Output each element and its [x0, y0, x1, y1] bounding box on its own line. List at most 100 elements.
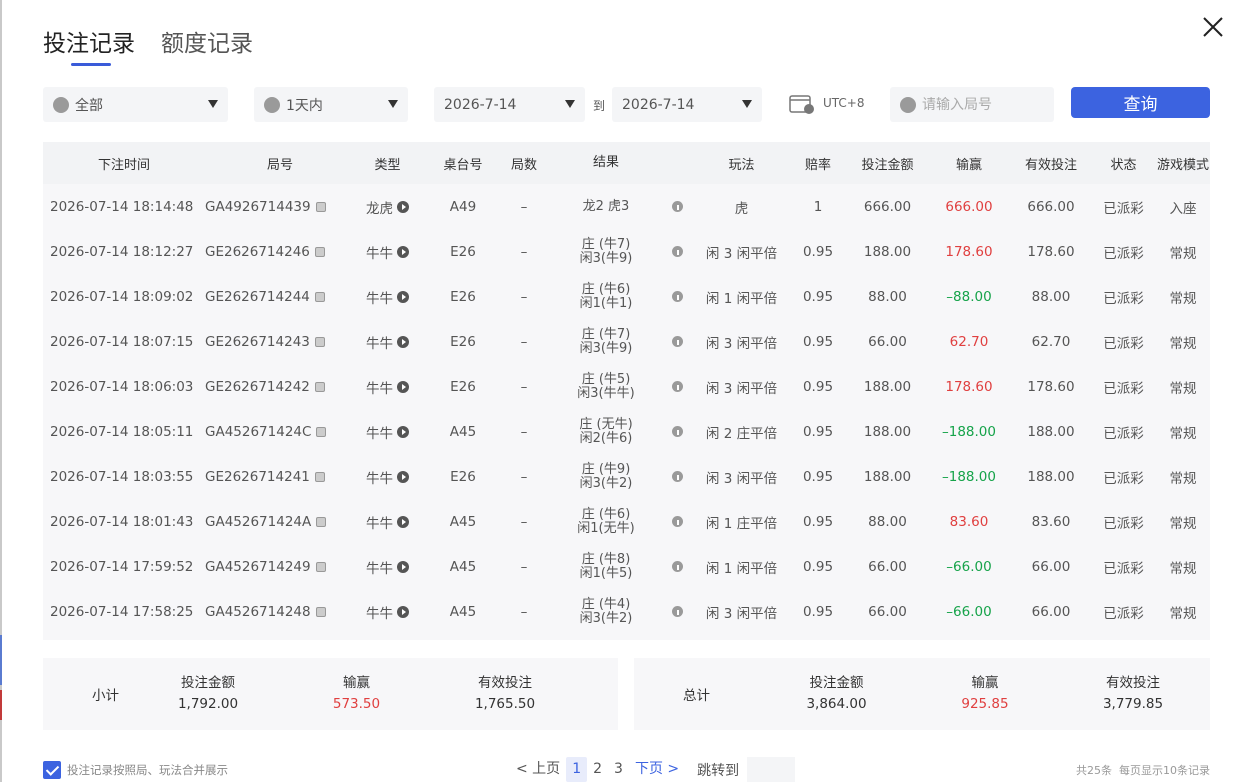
cell-bet-amount: 66.00 — [868, 558, 907, 575]
copy-icon[interactable] — [314, 336, 325, 347]
copy-icon[interactable] — [315, 561, 326, 572]
play-replay-icon[interactable] — [397, 560, 409, 573]
play-replay-icon[interactable] — [397, 425, 409, 438]
merge-display-checkbox[interactable] — [43, 761, 61, 779]
cell-bet-amount: 188.00 — [863, 378, 912, 395]
round-number-input[interactable] — [922, 96, 1042, 113]
cell-hand-count: – — [520, 198, 528, 215]
time-range-select[interactable]: 1天内 — [254, 87, 408, 122]
clock-icon — [264, 96, 280, 113]
cell-bet-time: 2026-07-14 18:03:55 — [50, 468, 194, 485]
header-win-loss: 输赢 — [955, 157, 982, 173]
tab-bet-records[interactable]: 投注记录 — [43, 24, 135, 66]
play-replay-icon[interactable] — [397, 380, 409, 393]
cell-table-no: E26 — [450, 378, 476, 395]
copy-icon[interactable] — [314, 246, 325, 257]
date-to-select[interactable]: 2026-7-14 — [612, 87, 762, 122]
result-line-2: 闲1(无牛) — [577, 520, 635, 536]
date-from-select[interactable]: 2026-7-14 — [434, 87, 585, 122]
cell-round-no: GE2626714243 — [205, 334, 355, 350]
result-line-2: 闲3(牛牛) — [577, 385, 635, 401]
total-winloss-value: 925.85 — [961, 696, 1009, 712]
cell-round-no: GE2626714242 — [205, 379, 355, 395]
tab-quota-records[interactable]: 额度记录 — [161, 24, 253, 66]
copy-icon[interactable] — [315, 606, 326, 617]
copy-icon[interactable] — [314, 471, 325, 482]
total-count: 共25条 — [1076, 764, 1112, 777]
cell-play: 虎 — [734, 200, 749, 217]
info-icon[interactable] — [672, 291, 683, 302]
jump-page-input[interactable] — [747, 757, 796, 782]
round-no-text: GA4926714439 — [205, 198, 311, 215]
cell-round-no: GE2626714244 — [205, 289, 355, 305]
timezone-selector[interactable]: UTC+8 — [789, 91, 864, 115]
info-icon[interactable] — [672, 381, 683, 392]
cell-bet-time: 2026-07-14 18:14:48 — [50, 198, 194, 215]
header-hand-count: 局数 — [510, 157, 537, 173]
cell-game-mode: 常规 — [1169, 515, 1197, 532]
cell-bet-time: 2026-07-14 18:07:15 — [50, 333, 194, 350]
cell-valid-bet: 66.00 — [1031, 558, 1071, 575]
cell-type: 牛牛 — [355, 557, 420, 577]
page-1[interactable]: 1 — [566, 757, 588, 782]
subtotal-panel: 小计 投注金额 1,792.00 输赢 573.50 有效投注 1,765.50 — [43, 658, 618, 730]
total-bet-value: 3,864.00 — [806, 696, 867, 712]
prev-page-link[interactable]: < 上页 — [510, 757, 566, 782]
copy-icon[interactable] — [314, 291, 325, 302]
play-replay-icon[interactable] — [397, 470, 409, 483]
info-icon[interactable] — [672, 516, 683, 527]
play-replay-icon[interactable] — [397, 605, 409, 618]
cell-win-loss: –88.00 — [946, 288, 992, 305]
play-replay-icon[interactable] — [397, 200, 409, 213]
cell-odds: 0.95 — [802, 468, 834, 485]
copy-icon[interactable] — [316, 426, 327, 437]
cell-game-mode: 常规 — [1169, 425, 1197, 442]
type-text: 牛牛 — [366, 425, 393, 442]
date-to-value: 2026-7-14 — [622, 96, 695, 113]
cell-bet-time: 2026-07-14 18:05:11 — [50, 423, 194, 440]
result-line-2: 闲1(牛1) — [579, 295, 633, 311]
next-page-link[interactable]: 下页 > — [629, 757, 685, 782]
play-replay-icon[interactable] — [397, 245, 409, 258]
result-line-2: 闲1(牛5) — [579, 565, 633, 581]
time-range-value: 1天内 — [286, 97, 323, 114]
cell-bet-time: 2026-07-14 18:09:02 — [50, 288, 194, 305]
query-button[interactable]: 查询 — [1071, 87, 1210, 118]
info-icon[interactable] — [672, 426, 683, 437]
info-icon[interactable] — [672, 561, 683, 572]
info-icon[interactable] — [672, 606, 683, 617]
cell-result: 庄 (牛9) 闲3(牛2) — [542, 462, 670, 491]
header-table-no: 桌台号 — [443, 157, 483, 173]
total-label: 总计 — [683, 688, 710, 704]
page-2[interactable]: 2 — [587, 757, 608, 782]
cell-bet-amount: 88.00 — [868, 288, 907, 305]
table-row: 2026-07-14 18:14:48 GA4926714439 龙虎 A49 … — [43, 184, 1210, 229]
page-3[interactable]: 3 — [608, 757, 629, 782]
info-icon[interactable] — [672, 336, 683, 347]
cell-table-no: A49 — [449, 198, 477, 215]
info-icon[interactable] — [672, 246, 683, 257]
copy-icon[interactable] — [316, 516, 327, 527]
round-no-text: GA452671424C — [205, 423, 312, 440]
info-icon[interactable] — [672, 201, 683, 212]
info-icon[interactable] — [672, 471, 683, 482]
cell-table-no: E26 — [450, 468, 476, 485]
chevron-down-icon — [388, 100, 398, 108]
header-type: 类型 — [374, 157, 401, 173]
close-icon[interactable] — [1200, 14, 1226, 40]
play-replay-icon[interactable] — [397, 335, 409, 348]
round-search-box[interactable] — [890, 87, 1054, 122]
cell-status: 已派彩 — [1103, 290, 1144, 307]
cell-play: 闲 3 闲平倍 — [705, 380, 778, 397]
cell-table-no: E26 — [450, 243, 476, 260]
chevron-down-icon — [208, 100, 218, 108]
play-replay-icon[interactable] — [397, 290, 409, 303]
play-replay-icon[interactable] — [397, 515, 409, 528]
footer-bar: 投注记录按照局、玩法合并展示 < 上页 1 2 3 下页 > 跳转到 共25条 … — [43, 757, 1210, 782]
chevron-down-icon — [742, 100, 752, 108]
cell-valid-bet: 83.60 — [1031, 513, 1071, 530]
cell-table-no: E26 — [450, 333, 476, 350]
game-type-select[interactable]: 全部 — [43, 87, 228, 122]
copy-icon[interactable] — [315, 201, 326, 212]
copy-icon[interactable] — [314, 381, 325, 392]
